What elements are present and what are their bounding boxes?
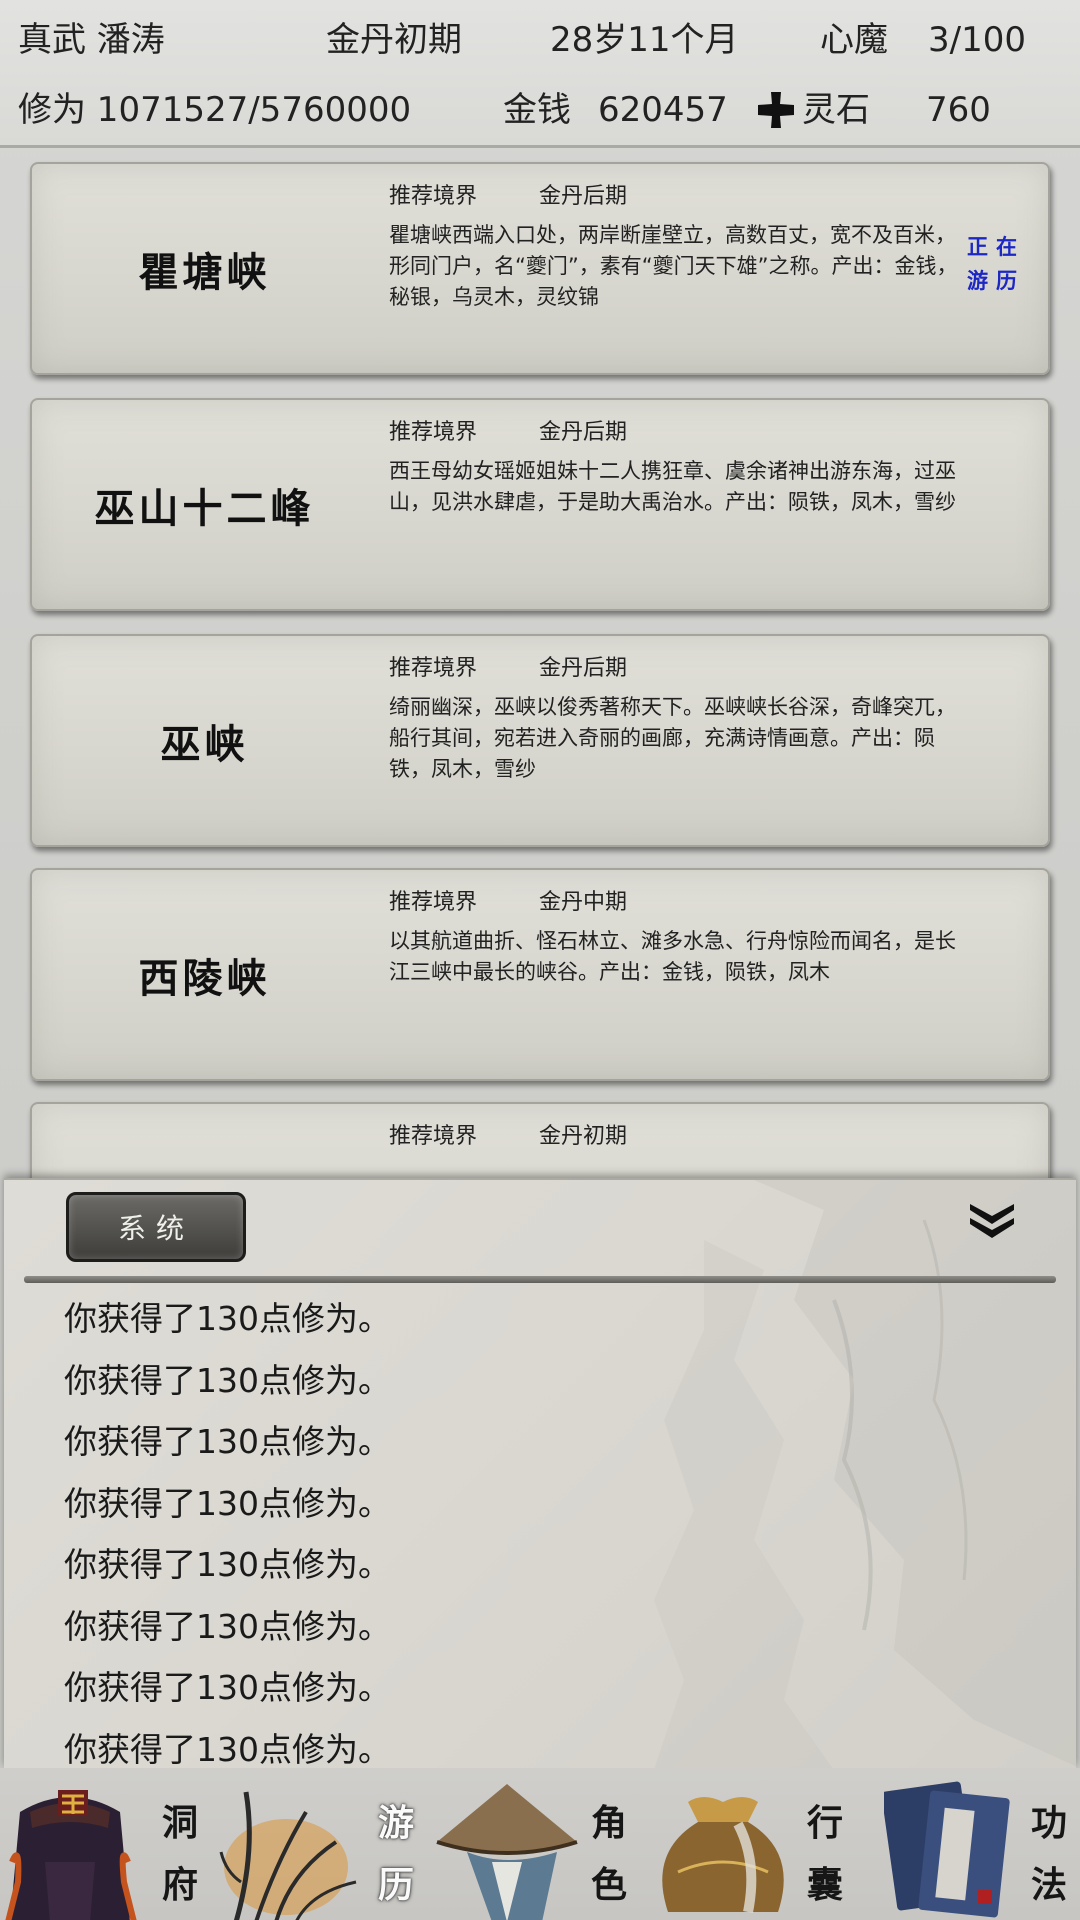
spirit-stone-label: 灵石 [802,90,870,130]
heart-demon-label: 心魔 [820,20,888,60]
log-message: 你获得了130点修为。 [64,1299,391,1338]
log-message: 你获得了130点修为。 [64,1729,391,1769]
recommended-realm-label: 推荐境界 [389,1124,478,1149]
cave-dwelling-icon [5,1790,137,1920]
location-description: 西王母幼女瑶姬姐妹十二人携狂章、虞余诸神出游东海，过巫山，见洪水肆虐，于是助大禹… [389,459,956,514]
character-name: 真武 潘涛 [18,20,165,60]
location-list[interactable]: 瞿塘峡 推荐境界 金丹后期 瞿塘峡西端入口处，两岸断崖壁立，高数百丈，宽不及百米… [0,150,1080,1180]
bottom-navigation: 洞府 游历 角色 行囊 功法 [0,1768,1080,1920]
money-label: 金钱 [503,90,571,130]
nav-techniques[interactable]: 功法 [864,1768,1080,1920]
location-name: 巫山十二峰 [94,484,315,532]
nav-label: 洞府 [161,1802,198,1906]
location-description: 绮丽幽深，巫峡以俊秀著称天下。巫峡峡长谷深，奇峰突兀，船行其间，宛若进入奇丽的画… [389,695,956,781]
recommended-realm: 金丹后期 [539,656,628,681]
heart-demon-value: 3/100 [928,20,1026,60]
log-message: 你获得了130点修为。 [64,1606,391,1646]
location-card[interactable]: 巫峡 推荐境界 金丹后期 绮丽幽深，巫峡以俊秀著称天下。巫峡峡长谷深，奇峰突兀，… [30,634,1050,847]
log-message: 你获得了130点修为。 [64,1483,391,1523]
nav-label: 行囊 [806,1802,843,1906]
spirit-stone-value: 760 [926,90,991,130]
recommended-realm-label: 推荐境界 [389,184,478,209]
nav-character[interactable]: 角色 [432,1768,648,1920]
location-card[interactable]: 巫山十二峰 推荐境界 金丹后期 西王母幼女瑶姬姐妹十二人携狂章、虞余诸神出游东海… [30,398,1050,611]
character-age: 28岁11个月 [550,20,739,60]
location-card[interactable]: 瞿塘峡 推荐境界 金丹后期 瞿塘峡西端入口处，两岸断崖壁立，高数百丈，宽不及百米… [30,162,1050,375]
log-message: 你获得了130点修为。 [64,1668,391,1707]
cultivation-realm: 金丹初期 [326,20,462,60]
cross-icon [756,90,796,130]
scripture-books-icon [884,1781,1010,1918]
location-name: 巫峡 [160,720,249,768]
system-tab[interactable]: 系统 [66,1192,246,1262]
nav-travel[interactable]: 游历 [216,1768,432,1920]
location-name: 西陵峡 [138,954,271,1002]
location-description: 以其航道曲折、怪石林立、滩多水急、行舟惊险而闻名，是长江三峡中最长的峡谷。产出：… [389,929,956,984]
log-message: 你获得了130点修为。 [64,1422,391,1461]
location-card[interactable]: 推荐境界 金丹初期 [30,1102,1050,1180]
location-description: 瞿塘峡西端入口处，两岸断崖壁立，高数百丈，宽不及百米，形同门户，名“夔门”，素有… [389,223,958,309]
recommended-realm: 金丹中期 [539,890,628,915]
recommended-realm-label: 推荐境界 [389,890,478,915]
status-header: 真武 潘涛 金丹初期 28岁11个月 心魔 3/100 修为 1071527/5… [0,0,1080,148]
cultivation-progress: 修为 1071527/5760000 [18,90,412,130]
nav-label: 游历 [377,1802,414,1906]
nav-label: 功法 [1030,1802,1067,1906]
log-message: 你获得了130点修为。 [64,1360,391,1400]
log-message: 你获得了130点修为。 [64,1545,391,1584]
recommended-realm: 金丹后期 [539,420,628,445]
location-card[interactable]: 西陵峡 推荐境界 金丹中期 以其航道曲折、怪石林立、滩多水急、行舟惊险而闻名，是… [30,868,1050,1081]
double-chevron-down-icon[interactable] [962,1198,1022,1242]
nav-cave[interactable]: 洞府 [0,1768,216,1920]
recommended-realm-label: 推荐境界 [389,420,478,445]
location-name: 瞿塘峡 [138,248,271,296]
recommended-realm: 金丹初期 [539,1124,628,1149]
recommended-realm-label: 推荐境界 [389,656,478,681]
log-divider [24,1276,1056,1283]
log-message-list[interactable]: 你获得了130点修为。 你获得了130点修为。 你获得了130点修为。 你获得了… [64,1288,864,1768]
nav-bag[interactable]: 行囊 [648,1768,864,1920]
bag-icon [662,1797,784,1913]
money-value: 620457 [598,90,728,130]
travel-reeds-icon [219,1791,357,1920]
traveling-status: 正在游历 [967,234,1025,293]
nav-label: 角色 [590,1802,627,1906]
system-log-panel: 系统 你获得了130点修为。 你获得了130点修为。 你获得了130点修为。 你… [4,1178,1076,1768]
bamboo-hat-icon [436,1784,578,1920]
recommended-realm: 金丹后期 [539,184,628,209]
